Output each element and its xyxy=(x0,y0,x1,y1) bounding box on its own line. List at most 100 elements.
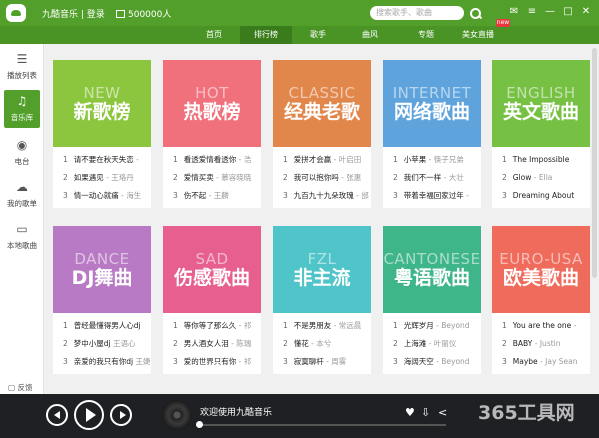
search-icon[interactable] xyxy=(468,6,482,20)
song-row[interactable]: 1 等你等了那么久 - 祁 xyxy=(163,317,261,335)
minimize-icon[interactable]: — xyxy=(543,5,557,19)
song-row[interactable]: 3 寂寞聊杆 - 周雾 xyxy=(273,353,371,371)
sidebar-item-local-songs[interactable]: ▭ 本地歌曲 xyxy=(4,218,40,256)
new-badge: new xyxy=(496,19,510,27)
song-row[interactable]: 3 亲爱的我只有你dj 王婕 xyxy=(53,353,151,371)
chart-card-cover[interactable]: FZL 非主流 xyxy=(273,226,371,313)
chart-card-cover[interactable]: SAD 伤感歌曲 xyxy=(163,226,261,313)
music-note-icon: ♫ xyxy=(16,94,28,108)
progress-bar[interactable] xyxy=(198,424,446,426)
song-rank: 1 xyxy=(63,321,68,330)
sidebar-item-playlist[interactable]: ☰ 播放列表 xyxy=(4,48,40,86)
song-rank: 3 xyxy=(393,357,398,366)
chart-card-cover[interactable]: ENGLISH 英文歌曲 xyxy=(492,60,590,147)
song-row[interactable]: 2 我们不一样 - 大壮 xyxy=(383,169,481,187)
song-row[interactable]: 2 BABY - Justin xyxy=(492,335,590,353)
sidebar-item-label: 音乐库 xyxy=(10,113,34,122)
song-row[interactable]: 3 伤不起 - 王麟 xyxy=(163,187,261,205)
chart-card-title: 新歌榜 xyxy=(73,100,131,123)
previous-icon[interactable] xyxy=(46,404,68,426)
message-icon[interactable]: ✉ xyxy=(507,5,521,19)
chart-card[interactable]: SAD 伤感歌曲 1 等你等了那么久 - 祁 2 男人酒女人泪 - 陈瑞 3 爱的世界只有你 … xyxy=(163,226,261,374)
chart-card-cover[interactable]: CANTONESE 粤语歌曲 xyxy=(383,226,481,313)
song-row[interactable]: 2 懂花 - 本兮 xyxy=(273,335,371,353)
song-row[interactable]: 1 请不要在秋天失恋 - xyxy=(53,151,151,169)
song-row[interactable]: 1 光辉岁月 - Beyond xyxy=(383,317,481,335)
song-row[interactable]: 3 Maybe - Jay Sean xyxy=(492,353,590,371)
song-row[interactable]: 1 The Impossible xyxy=(492,151,590,169)
song-row[interactable]: 2 梦中小屋dj 王语心 xyxy=(53,335,151,353)
chart-card-cover[interactable]: DANCE DJ舞曲 xyxy=(53,226,151,313)
song-row[interactable]: 3 爱的世界只有你 - 祁 xyxy=(163,353,261,371)
song-row[interactable]: 2 男人酒女人泪 - 陈瑞 xyxy=(163,335,261,353)
song-rank: 2 xyxy=(283,173,288,182)
chart-card-cover[interactable]: HOT 热歌榜 xyxy=(163,60,261,147)
search-input[interactable]: 搜索歌手、歌曲 xyxy=(370,6,464,20)
song-title: 我们不一样 xyxy=(403,173,442,182)
song-row[interactable]: 2 我可以抱你吗 - 张惠 xyxy=(273,169,371,187)
heart-icon[interactable]: ♥ xyxy=(405,406,415,419)
chart-card-cover[interactable]: EURO-USA 欧美歌曲 xyxy=(492,226,590,313)
chart-card[interactable]: NEW 新歌榜 1 请不要在秋天失恋 - 2 如果遇见 - 王珞丹 3 情一动心就痛 - 海生 xyxy=(53,60,151,208)
sidebar-item-label: 播放列表 xyxy=(7,71,37,80)
chart-card-english-title: EURO-USA xyxy=(499,249,583,268)
chart-card[interactable]: HOT 热歌榜 1 看透爱情看透你 - 浩 2 爱情买卖 - 慕容晓晓 3 伤不起 - 王麟 xyxy=(163,60,261,208)
song-row[interactable]: 3 情一动心就痛 - 海生 xyxy=(53,187,151,205)
tab-home[interactable]: 首页 xyxy=(188,26,240,44)
chart-card[interactable]: FZL 非主流 1 不是男朋友 - 常远晨 2 懂花 - 本兮 3 寂寞聊杆 - 周雾 xyxy=(273,226,371,374)
tab-singers[interactable]: 歌手 xyxy=(292,26,344,44)
chart-card[interactable]: CANTONESE 粤语歌曲 1 光辉岁月 - Beyond 2 上海滩 - 叶丽仪 3 海阔… xyxy=(383,226,481,374)
maximize-icon[interactable]: □ xyxy=(561,5,575,19)
menu-icon[interactable]: ≡ xyxy=(525,5,539,19)
scrollbar[interactable] xyxy=(592,48,597,278)
song-row[interactable]: 1 不是男朋友 - 常远晨 xyxy=(273,317,371,335)
song-rank: 2 xyxy=(173,173,178,182)
song-title: The Impossible xyxy=(512,155,570,164)
share-icon[interactable]: < xyxy=(438,406,447,419)
song-artist: - 本兮 xyxy=(308,339,332,348)
chart-card[interactable]: DANCE DJ舞曲 1 曾经最懂得男人心dj 2 梦中小屋dj 王语心 3 亲爱的我只有你d… xyxy=(53,226,151,374)
chart-card-title: DJ舞曲 xyxy=(71,266,133,289)
song-row[interactable]: 2 Glow - Ella xyxy=(492,169,590,187)
song-title: Glow xyxy=(512,173,532,182)
tab-topics[interactable]: 专题 xyxy=(400,26,452,44)
chart-card-cover[interactable]: INTERNET 网络歌曲 xyxy=(383,60,481,147)
play-icon[interactable] xyxy=(74,400,104,430)
cloud-icon: ☁ xyxy=(16,180,28,194)
chart-card-english-title: HOT xyxy=(195,83,229,102)
sidebar-item-my-playlists[interactable]: ☁ 我的歌单 xyxy=(4,176,40,214)
song-row[interactable]: 1 曾经最懂得男人心dj xyxy=(53,317,151,335)
chart-card-title: 经典老歌 xyxy=(283,100,360,123)
song-row[interactable]: 3 带着幸福回家过年 - xyxy=(383,187,481,205)
song-row[interactable]: 1 看透爱情看透你 - 浩 xyxy=(163,151,261,169)
feedback-button[interactable]: ▢ 反馈 xyxy=(8,382,32,393)
chart-card-cover[interactable]: CLASSIC 经典老歌 xyxy=(273,60,371,147)
song-row[interactable]: 1 爱拼才会赢 - 叶启田 xyxy=(273,151,371,169)
song-row[interactable]: 3 九百九十九朵玫瑰 - 邰 xyxy=(273,187,371,205)
chart-card[interactable]: INTERNET 网络歌曲 1 小苹果 - 筷子兄弟 2 我们不一样 - 大壮 3 带着幸福回… xyxy=(383,60,481,208)
tab-charts[interactable]: 排行榜 xyxy=(240,26,292,44)
song-row[interactable]: 2 爱情买卖 - 慕容晓晓 xyxy=(163,169,261,187)
song-row[interactable]: 2 上海滩 - 叶丽仪 xyxy=(383,335,481,353)
next-icon[interactable] xyxy=(110,404,132,426)
song-rank: 2 xyxy=(173,339,178,348)
chart-card-english-title: DANCE xyxy=(74,249,130,268)
download-icon[interactable]: ⇩ xyxy=(421,406,430,419)
chart-card-cover[interactable]: NEW 新歌榜 xyxy=(53,60,151,147)
close-icon[interactable]: ✕ xyxy=(579,5,593,19)
chart-card[interactable]: EURO-USA 欧美歌曲 1 You are the one - 2 BABY - Ju… xyxy=(492,226,590,374)
sidebar-item-radio[interactable]: ◉ 电台 xyxy=(4,134,40,172)
song-row[interactable]: 3 Dreaming About xyxy=(492,187,590,205)
progress-handle[interactable] xyxy=(196,421,203,428)
song-row[interactable]: 3 海阔天空 - Beyond xyxy=(383,353,481,371)
sidebar-item-library[interactable]: ♫ 音乐库 xyxy=(4,90,40,128)
chart-card[interactable]: ENGLISH 英文歌曲 1 The Impossible 2 Glow - Ella 3 D… xyxy=(492,60,590,208)
tab-live[interactable]: 美女直播 xyxy=(452,26,504,44)
app-title-login[interactable]: 九酷音乐 | 登录 xyxy=(42,7,105,20)
tab-genres[interactable]: 曲风 xyxy=(344,26,396,44)
song-rank: 1 xyxy=(173,321,178,330)
song-row[interactable]: 2 如果遇见 - 王珞丹 xyxy=(53,169,151,187)
chart-card[interactable]: CLASSIC 经典老歌 1 爱拼才会赢 - 叶启田 2 我可以抱你吗 - 张惠 3 九百九十… xyxy=(273,60,371,208)
song-row[interactable]: 1 You are the one - xyxy=(492,317,590,335)
song-row[interactable]: 1 小苹果 - 筷子兄弟 xyxy=(383,151,481,169)
